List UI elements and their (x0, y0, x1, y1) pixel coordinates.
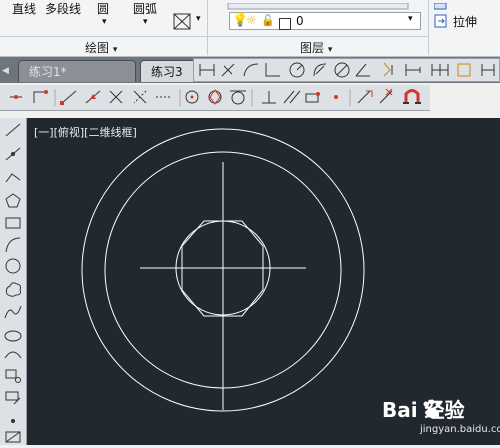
temp-track-point-icon (10, 95, 22, 99)
tab-practice-1-label: 练习1* (29, 65, 67, 79)
panel-divider (207, 0, 208, 55)
stretch-button[interactable]: 拉伸 (453, 13, 477, 30)
polyline-tool-icon (5, 173, 21, 183)
snap-nearest-icon (357, 90, 373, 104)
point-tool-icon (11, 419, 15, 423)
ellipse-arc-tool-icon (4, 351, 22, 359)
rectangle-tool-icon (5, 217, 21, 229)
tab-practice-1[interactable]: 练习1* (18, 60, 136, 82)
from-snap-icon (33, 90, 48, 103)
snap-center-icon (185, 90, 199, 104)
draw-panel-title-text: 绘图 (85, 41, 110, 55)
copy-button-partial[interactable] (433, 0, 494, 10)
watermark-url: jingyan.baidu.com (420, 424, 500, 435)
tabs-menu-icon[interactable]: ◀ (2, 66, 9, 76)
diameter-icon (334, 62, 350, 78)
snap-intersection-icon (109, 90, 123, 104)
layers-panel-title-text: 图层 (300, 41, 325, 55)
tab-practice-3-label: 练习3 (151, 65, 183, 79)
line-button[interactable]: 直线 (12, 0, 36, 17)
ellipse-tool-icon (4, 330, 22, 342)
lock-icon: 🔓 (261, 14, 275, 27)
object-snap-toolbar (0, 85, 430, 111)
snap-quadrant-icon (208, 89, 222, 105)
ordinate-icon (265, 63, 280, 77)
sun-icon: ☼ (246, 13, 257, 27)
osnap-settings-icon (403, 89, 421, 104)
revision-cloud-icon (5, 282, 22, 297)
hatch-icon[interactable] (171, 11, 195, 33)
jogged-icon (313, 63, 327, 77)
quick-dimension-icon (383, 62, 393, 77)
polygon-tool-icon (5, 193, 21, 208)
snap-none-icon (379, 88, 393, 104)
dimension-break-icon (481, 64, 495, 76)
continue-icon (431, 64, 449, 76)
hatch-tool-icon (5, 431, 21, 443)
dimension-space-icon (457, 63, 471, 77)
construction-line-icon (5, 147, 21, 161)
viewport-controls-label[interactable]: [一][俯视][二维线框] (34, 124, 137, 140)
snap-insert-icon (305, 92, 320, 103)
arc-tool-icon (5, 237, 21, 253)
panel-divider-2 (428, 0, 429, 55)
current-layer-name: 0 (296, 14, 304, 28)
draw-toolbar-vertical (0, 118, 27, 445)
circle-tool-icon (5, 258, 21, 274)
circle-dropdown-icon[interactable]: ▾ (102, 17, 107, 27)
watermark-brand: Bai 经验 (382, 398, 465, 422)
snap-node-icon (334, 95, 338, 99)
aligned-dimension-icon (221, 63, 235, 77)
insert-block-icon (5, 369, 21, 383)
arc-length-icon (243, 63, 259, 77)
snap-endpoint-icon (60, 90, 77, 105)
layers-panel-title-bar (208, 36, 428, 37)
polyline-button[interactable]: 多段线 (45, 0, 81, 17)
make-block-icon (5, 391, 21, 405)
spline-tool-icon (4, 305, 22, 319)
stretch-icon[interactable] (434, 13, 448, 29)
dimension-toolbar (193, 58, 500, 82)
snap-tangent-icon (230, 90, 246, 105)
tab-practice-3[interactable]: 练习3 (140, 60, 200, 82)
layers-panel-expand-icon: ▾ (327, 45, 333, 55)
color-swatch (279, 16, 291, 30)
layer-toolbar-partial (218, 0, 428, 10)
layer-dropdown-arrow-icon[interactable]: ▾ (408, 14, 413, 24)
snap-apparent-intersection-icon (133, 90, 147, 104)
ribbon: 直线 多段线 圆 ▾ 圆弧 ▾ ▾ 💡 ☼ 🔓 0 ▾ 拉伸 绘图 ▾ 图层 ▾ (0, 0, 500, 57)
circle-button[interactable]: 圆 (97, 0, 109, 17)
radius-icon (289, 62, 305, 78)
snap-midpoint-icon (85, 90, 101, 104)
snap-parallel-icon (283, 90, 301, 104)
layers-panel-title[interactable]: 图层 ▾ (300, 39, 332, 56)
baseline-icon (405, 64, 421, 76)
arc-button[interactable]: 圆弧 (133, 0, 157, 17)
baidu-jingyan-watermark: Bai 经验 (382, 396, 492, 427)
arc-dropdown-icon[interactable]: ▾ (143, 17, 148, 27)
draw-panel-expand-icon: ▾ (112, 45, 118, 55)
hatch-dropdown-icon[interactable]: ▾ (196, 14, 201, 24)
draw-panel-title-bar (0, 36, 207, 37)
linear-dimension-icon (199, 64, 215, 76)
draw-panel-title[interactable]: 绘图 ▾ (85, 39, 117, 56)
layer-dropdown[interactable]: 💡 ☼ 🔓 0 ▾ (229, 12, 421, 30)
snap-perpendicular-icon (262, 91, 276, 104)
line-tool-icon (5, 123, 21, 137)
angular-icon (355, 63, 370, 77)
